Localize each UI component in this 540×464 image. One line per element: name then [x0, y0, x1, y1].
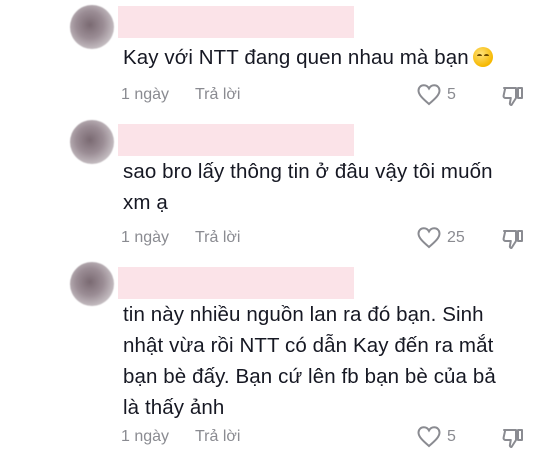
- comment-text-line: xm ạ: [123, 191, 168, 214]
- comment-text-line: là thấy ảnh: [123, 396, 225, 419]
- comment-text-line: nhật vừa rồi NTT có dẫn Kay đến ra mắt: [123, 334, 494, 357]
- like-count: 5: [447, 86, 456, 103]
- redacted-username[interactable]: [118, 267, 354, 299]
- shushing-face-emoji: [472, 47, 493, 67]
- comment-text-line: sao bro lấy thông tin ở đâu vậy tôi muốn: [123, 160, 493, 183]
- redacted-username[interactable]: [118, 124, 354, 156]
- comment-meta: 1 ngày Trả lời 5: [121, 84, 531, 108]
- reply-button[interactable]: Trả lời: [195, 86, 240, 104]
- like-count: 25: [447, 229, 465, 246]
- comment-age: 1 ngày: [121, 86, 170, 103]
- heart-outline-icon[interactable]: [417, 426, 441, 453]
- comment-text: Kay với NTT đang quen nhau mà bạn: [123, 42, 493, 73]
- heart-outline-icon[interactable]: [417, 84, 441, 111]
- comment-text: sao bro lấy thông tin ở đâu vậy tôi muốn…: [123, 156, 493, 218]
- redacted-username[interactable]: [118, 6, 354, 38]
- comment-text-line: Kay với NTT đang quen nhau mà bạn: [123, 46, 469, 69]
- thumbs-down-icon[interactable]: [501, 84, 525, 113]
- avatar[interactable]: [70, 262, 114, 306]
- reply-button[interactable]: Trả lời: [195, 229, 240, 247]
- thumbs-down-icon[interactable]: [501, 426, 525, 455]
- heart-outline-icon[interactable]: [417, 227, 441, 254]
- comment-age: 1 ngày: [121, 428, 170, 445]
- comment-text-line: bạn bè đấy. Bạn cứ lên fb bạn bè của bả: [123, 365, 496, 388]
- thumbs-down-icon[interactable]: [501, 227, 525, 256]
- comment-meta: 1 ngày Trả lời 25: [121, 227, 531, 251]
- comment-age: 1 ngày: [121, 229, 170, 246]
- like-count: 5: [447, 428, 456, 445]
- comment-text: tin này nhiều nguồn lan ra đó bạn. Sinh …: [123, 299, 496, 423]
- avatar[interactable]: [70, 5, 114, 49]
- comment-meta: 1 ngày Trả lời 5: [121, 426, 531, 450]
- avatar[interactable]: [70, 120, 114, 164]
- reply-button[interactable]: Trả lời: [195, 428, 240, 446]
- comment-text-line: tin này nhiều nguồn lan ra đó bạn. Sinh: [123, 303, 484, 326]
